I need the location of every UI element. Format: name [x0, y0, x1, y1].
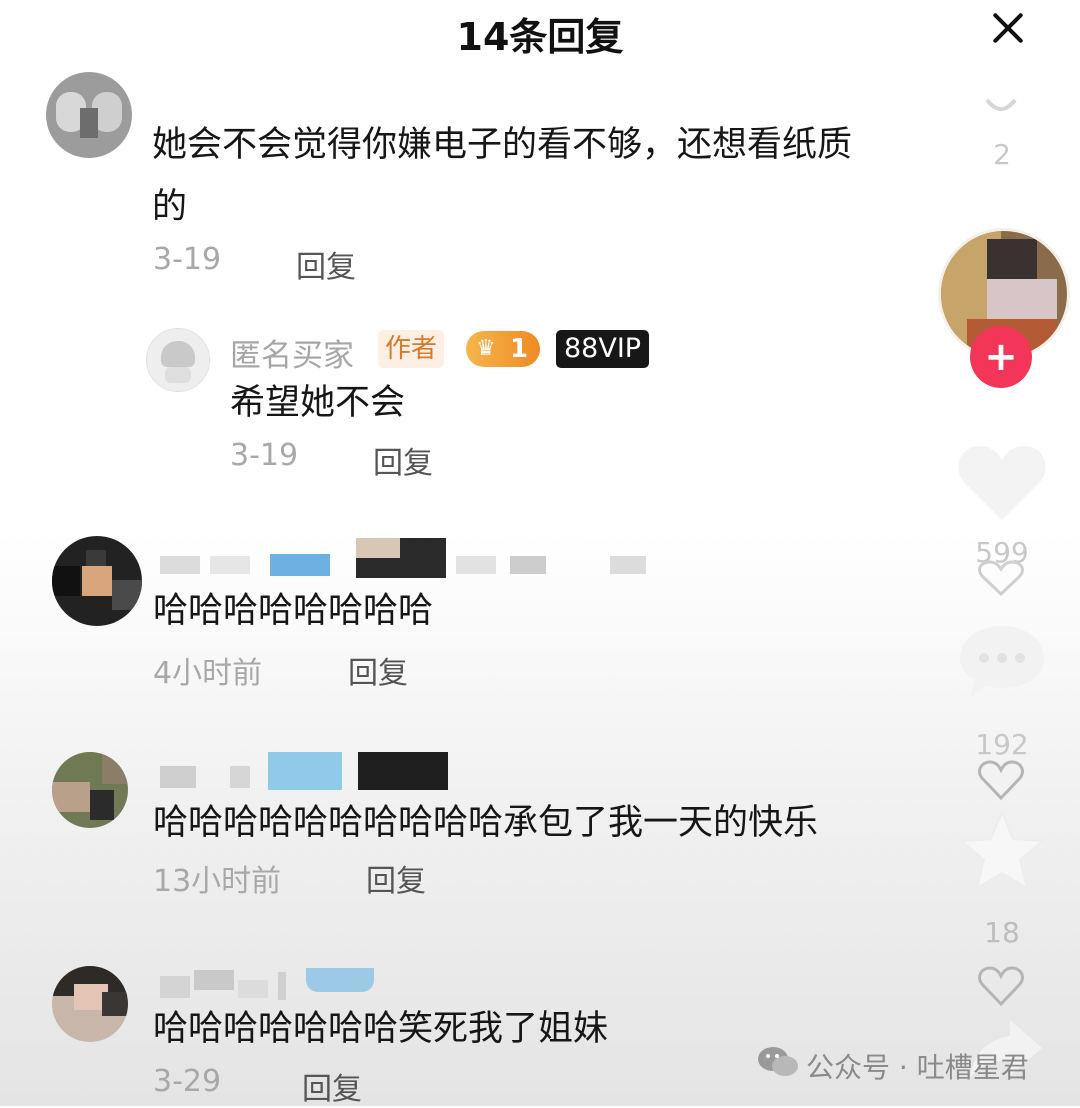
comment-text: 哈哈哈哈哈哈哈笑死我了姐妹: [153, 1009, 609, 1049]
user-name[interactable]: 匿名买家: [230, 330, 354, 375]
comment-text: 哈哈哈哈哈哈哈哈: [153, 591, 434, 631]
wechat-icon: [756, 1044, 800, 1080]
user-name[interactable]: [160, 966, 400, 1002]
comment-text-line: 她会不会觉得你嫌电子的看不够，还想看纸质: [152, 125, 853, 165]
avatar[interactable]: [52, 966, 128, 1042]
heart-icon[interactable]: [976, 966, 1026, 1007]
follow-button[interactable]: +: [970, 326, 1032, 388]
avatar[interactable]: [52, 752, 128, 828]
comment-date: 3-19: [230, 438, 299, 473]
reply-button[interactable]: 回复: [366, 856, 426, 900]
page-title: 14条回复: [456, 15, 624, 59]
chevron-down-icon: [984, 90, 1018, 120]
reply-button[interactable]: 回复: [302, 1064, 362, 1108]
comment-text-line: 的: [152, 187, 188, 227]
comment-text: 希望她不会: [230, 383, 406, 423]
vip-badge: 88VIP: [556, 330, 650, 368]
comment-date: 4小时前: [153, 656, 263, 691]
comment-date: 3-29: [153, 1064, 222, 1099]
level-number: 1: [510, 334, 529, 364]
plus-icon: +: [984, 334, 1018, 380]
comment-icon[interactable]: [956, 622, 1048, 702]
star-icon[interactable]: [958, 808, 1046, 894]
reply-button[interactable]: 回复: [348, 648, 408, 692]
user-name[interactable]: [160, 752, 460, 792]
watermark: 公众号 · 吐槽星君: [806, 1051, 1029, 1084]
comment-date: 13小时前: [153, 864, 282, 899]
comment-text: 哈哈哈哈哈哈哈哈哈哈承包了我一天的快乐: [153, 803, 819, 843]
reply-button[interactable]: 回复: [373, 438, 433, 482]
crown-icon: ♛: [476, 336, 496, 361]
heart-icon[interactable]: [976, 560, 1026, 597]
author-badge: 作者: [378, 330, 445, 368]
close-icon[interactable]: [990, 10, 1026, 46]
heart-icon[interactable]: [956, 440, 1048, 524]
comment-count: 192: [975, 728, 1029, 761]
avatar[interactable]: [52, 536, 142, 626]
reply-button[interactable]: 回复: [296, 242, 356, 286]
comment-date: 3-19: [153, 242, 222, 277]
heart-icon[interactable]: [976, 760, 1026, 801]
avatar[interactable]: [146, 328, 210, 392]
comment-text: 她会不会觉得你嫌电子的看不够，还想看纸质 的: [152, 114, 952, 238]
user-name[interactable]: [160, 538, 650, 578]
avatar[interactable]: [46, 72, 132, 158]
star-count: 18: [984, 916, 1020, 949]
top-count: 2: [993, 138, 1011, 171]
level-badge: ♛ 1: [466, 331, 540, 367]
